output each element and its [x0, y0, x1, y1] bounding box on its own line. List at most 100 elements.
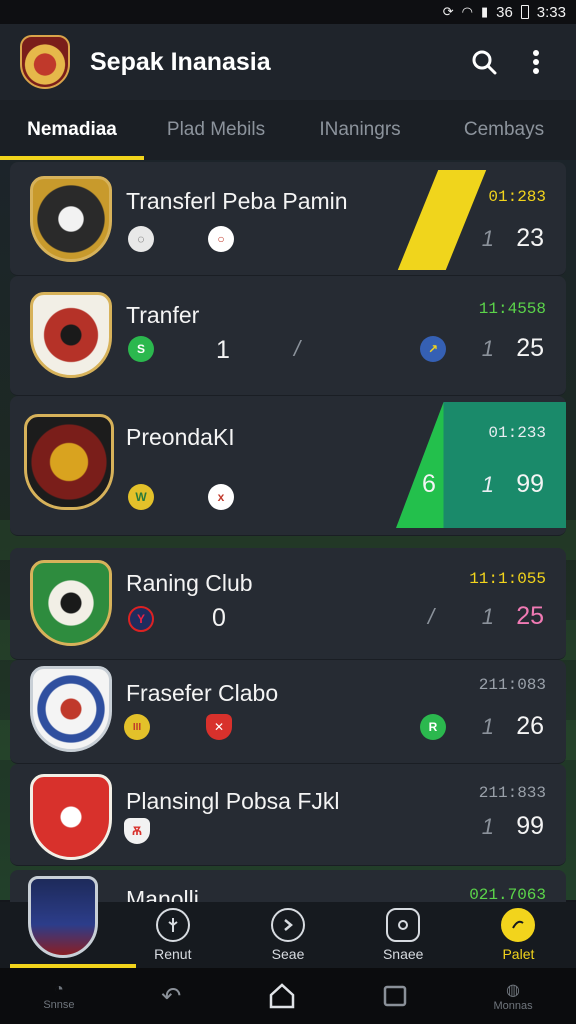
team-badge-icon: R [420, 714, 446, 740]
team-badge-icon: ✕ [206, 714, 232, 740]
match-title: Frasefer Clabo [126, 680, 279, 706]
home-count: 1 [216, 336, 230, 364]
wifi-icon: ◠ [461, 4, 473, 19]
match-list: Transferl Peba Pamin ◌ ○ 01:283 1 23 Tra… [10, 162, 566, 930]
nav-renut[interactable]: Renut [115, 908, 230, 962]
app-logo [20, 35, 70, 89]
match-prefix: 1 [481, 226, 494, 251]
sync-icon: ⟳ [442, 4, 454, 19]
team-badge-icon: S [128, 336, 154, 362]
arrow-circle-icon [271, 908, 305, 942]
gear-badge-icon [386, 908, 421, 942]
match-card[interactable]: Raning Club Y 0 / 11:1:055 1 25 [10, 548, 566, 660]
gauge-icon [155, 908, 190, 942]
sys-nav-monnas[interactable]: ◍ Monnas [493, 980, 532, 1012]
team-badge-icon: ◌ [128, 226, 154, 252]
nav-seae[interactable]: Seae [230, 908, 345, 962]
nav-label: Snaee [382, 946, 424, 962]
slash-mark: / [294, 336, 301, 361]
nav-label: Palet [502, 946, 535, 962]
ball-icon [501, 908, 536, 942]
match-card[interactable]: Transferl Peba Pamin ◌ ○ 01:283 1 23 [10, 162, 566, 276]
nav-label: Seae [271, 946, 305, 962]
match-score: 25 [516, 602, 544, 630]
player-avatar[interactable] [28, 876, 98, 958]
team-badge-icon: ○ [208, 226, 234, 252]
status-bar: ⟳ ◠ ▮ 36 3:33 [0, 0, 576, 24]
match-prefix: 1 [481, 472, 494, 497]
search-icon [472, 50, 497, 75]
match-score: 23 [516, 224, 544, 252]
sys-label: Monnas [493, 1000, 533, 1012]
match-time: 211:083 [478, 676, 546, 694]
match-card[interactable]: Plansingl Pobsa FJkl Ѫ 211:833 1 99 [10, 764, 566, 866]
match-title: Transferl Peba Pamin [126, 188, 348, 214]
search-button[interactable] [464, 42, 504, 82]
sys-nav-snnse[interactable]: ◔ Snnse [43, 981, 74, 1011]
match-time: 211:833 [478, 784, 546, 802]
team-badge-icon: W [128, 484, 154, 510]
match-score: 99 [516, 812, 544, 840]
home-button[interactable] [268, 983, 296, 1009]
nav-palet[interactable]: Palet [461, 908, 576, 962]
tab-bar: Nemadiaa Plad Mebils INaningrs Cembays [0, 100, 576, 160]
tab-nemadiaa[interactable]: Nemadiaa [0, 100, 144, 160]
team-badge-icon: Ѫ [124, 818, 150, 844]
pin-icon: ◍ [506, 982, 521, 999]
app-title: Sepak Inanasia [90, 47, 271, 76]
recents-button[interactable] [383, 985, 407, 1007]
status-time: 3:33 [536, 3, 566, 21]
match-score: 25 [516, 334, 544, 362]
match-prefix: 1 [481, 714, 494, 739]
club-crest [30, 666, 112, 752]
match-title: Raning Club [126, 570, 253, 596]
team-badge-icon: x [208, 484, 234, 510]
club-crest [30, 560, 112, 646]
tab-inaningrs[interactable]: INaningrs [288, 100, 432, 160]
sys-label: Snnse [43, 999, 75, 1011]
live-accent [397, 170, 487, 270]
battery-icon [520, 5, 529, 19]
home-icon [269, 983, 295, 1009]
match-prefix: 1 [481, 604, 494, 629]
match-card[interactable]: Frasefer Clabo III ✕ R 211:083 1 26 [10, 660, 566, 764]
team-badge-icon: III [124, 714, 150, 740]
recents-icon [383, 985, 407, 1007]
band-number: 6 [422, 470, 436, 498]
match-time: 11:1:055 [469, 570, 546, 588]
team-badge-icon: Y [128, 606, 154, 632]
match-card[interactable]: Tranfer S 1 / ↗ 11:4558 1 25 [10, 276, 566, 396]
match-prefix: 1 [481, 814, 494, 839]
match-card[interactable]: PreondaKI W x 6 01:233 1 99 [10, 396, 566, 536]
list-gap [10, 536, 566, 548]
match-score: 26 [516, 712, 544, 740]
network-label: 36 [496, 3, 513, 21]
back-button[interactable]: ↶ [161, 982, 181, 1011]
slash-mark: / [428, 604, 435, 629]
signal-icon: ▮ [480, 4, 489, 19]
club-crest [30, 176, 112, 262]
club-crest [24, 414, 114, 510]
match-time: 01:233 [488, 424, 546, 442]
club-crest [30, 774, 112, 860]
match-time: 11:4558 [478, 300, 546, 318]
tab-plad-mebils[interactable]: Plad Mebils [144, 100, 288, 160]
match-score: 99 [516, 470, 544, 498]
match-title: PreondaKI [126, 424, 235, 450]
match-title: Plansingl Pobsa FJkl [126, 788, 340, 814]
club-crest [30, 292, 112, 378]
more-vert-icon [533, 50, 539, 74]
circle-icon: ◔ [54, 981, 64, 998]
team-badge-icon: ↗ [420, 336, 446, 362]
nav-label: Renut [154, 946, 192, 962]
match-title: Tranfer [126, 302, 200, 328]
match-time: 01:283 [488, 188, 546, 206]
more-options-button[interactable] [516, 42, 556, 82]
match-prefix: 1 [481, 336, 494, 361]
home-count: 0 [212, 604, 226, 632]
live-accent [396, 402, 566, 528]
app-bar: Sepak Inanasia [0, 24, 576, 100]
system-nav-bar: ◔ Snnse ↶ ◍ Monnas [0, 968, 576, 1024]
tab-cembays[interactable]: Cembays [432, 100, 576, 160]
nav-snaee[interactable]: Snaee [346, 908, 461, 962]
